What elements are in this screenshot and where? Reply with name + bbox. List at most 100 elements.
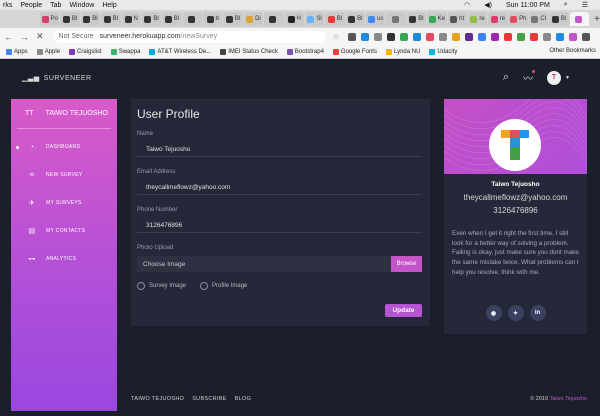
search-icon[interactable]: ⌕ bbox=[503, 71, 509, 84]
browser-tab[interactable]: Bl bbox=[141, 12, 162, 26]
extension-icon[interactable] bbox=[412, 32, 421, 41]
bookmark-item[interactable]: Bootstrap4 bbox=[286, 48, 324, 55]
os-menu-item[interactable]: Help bbox=[102, 2, 116, 9]
browser-tab[interactable]: Sl bbox=[304, 12, 325, 26]
wifi-icon[interactable]: ◠ bbox=[464, 1, 470, 9]
os-menu-item[interactable]: Window bbox=[69, 2, 94, 9]
browser-tab[interactable]: us bbox=[366, 12, 386, 26]
browser-tab[interactable]: Bl bbox=[406, 12, 427, 26]
sidebar-item-new-survey[interactable]: ⚛ NEW SURVEY bbox=[11, 161, 117, 189]
extension-icon[interactable] bbox=[373, 32, 382, 41]
twitter-icon[interactable]: ✦ bbox=[507, 305, 524, 321]
update-button[interactable]: Update bbox=[385, 304, 422, 317]
browser-tab[interactable]: Di bbox=[243, 12, 264, 26]
browser-tab[interactable]: re bbox=[467, 12, 488, 26]
os-menu-item[interactable]: People bbox=[20, 2, 42, 9]
browser-tab[interactable]: Bl bbox=[549, 12, 569, 26]
profile-avatar[interactable] bbox=[489, 119, 541, 171]
radio-circle[interactable] bbox=[137, 282, 145, 290]
radio-survey-image[interactable]: Survey Image bbox=[137, 282, 186, 290]
close-icon[interactable]: ✕ bbox=[36, 31, 44, 42]
footer-link-name[interactable]: TAIWO TEJUOSHO bbox=[131, 396, 184, 402]
bookmark-item[interactable]: AT&T Wireless De... bbox=[149, 48, 211, 55]
name-field[interactable]: Taiwo Tejuosho bbox=[137, 142, 422, 157]
browser-tab[interactable]: Bl bbox=[162, 12, 182, 26]
sidebar-item-dashboard[interactable]: ◔ DASHBOARD bbox=[11, 133, 117, 161]
radio-profile-image[interactable]: Profile Image bbox=[200, 282, 247, 290]
browser-tab[interactable]: Ke bbox=[427, 12, 447, 26]
extension-icon[interactable] bbox=[490, 32, 499, 41]
extension-icon[interactable] bbox=[503, 32, 512, 41]
bookmark-item[interactable]: Swappa bbox=[110, 48, 140, 55]
browser-tab[interactable]: Bl bbox=[60, 12, 80, 26]
linkedin-icon[interactable]: in bbox=[529, 305, 546, 321]
extension-icon[interactable] bbox=[347, 32, 356, 41]
address-bar[interactable]: Not Secure surveneer.herokuapp.com /newS… bbox=[52, 30, 325, 43]
extension-icon[interactable] bbox=[542, 32, 551, 41]
radio-circle[interactable] bbox=[200, 282, 209, 290]
github-icon[interactable]: ◉ bbox=[485, 305, 502, 321]
browser-tab[interactable]: b bbox=[203, 12, 223, 26]
extension-icon[interactable] bbox=[464, 32, 473, 41]
os-menu-item[interactable]: Tab bbox=[50, 2, 61, 9]
phone-field[interactable]: 3126476896 bbox=[137, 218, 422, 233]
copyright-name[interactable]: Taiwo Tejuosho bbox=[549, 396, 587, 402]
browser-tab[interactable]: re bbox=[488, 12, 508, 26]
security-indicator[interactable]: Not Secure bbox=[59, 33, 94, 40]
extension-icon[interactable] bbox=[516, 32, 525, 41]
avatar[interactable]: T bbox=[547, 70, 562, 85]
bookmark-item[interactable]: Apps bbox=[6, 48, 28, 55]
footer-link-subscribe[interactable]: SUBSCRIBE bbox=[192, 396, 227, 402]
bookmark-item[interactable]: Lynda NU bbox=[385, 48, 420, 55]
clock[interactable]: Sun 11:00 PM bbox=[506, 2, 550, 9]
browse-button[interactable]: Browse bbox=[391, 256, 422, 272]
browser-tab[interactable] bbox=[386, 12, 406, 26]
sidebar-item-my-surveys[interactable]: ✈ MY SURVEYS bbox=[11, 189, 117, 217]
browser-tab[interactable] bbox=[182, 12, 202, 26]
extension-icon[interactable] bbox=[451, 32, 460, 41]
sidebar-user[interactable]: TT TAIWO TEJUOSHO bbox=[17, 99, 111, 129]
browser-tab[interactable]: Bl bbox=[345, 12, 365, 26]
browser-tab[interactable]: H bbox=[284, 12, 304, 26]
back-icon[interactable]: ← bbox=[4, 32, 13, 42]
browser-tab[interactable]: Ph bbox=[508, 12, 528, 26]
new-tab-icon[interactable]: + bbox=[594, 14, 600, 25]
browser-tab[interactable] bbox=[264, 12, 284, 26]
extension-icon[interactable] bbox=[386, 32, 395, 41]
other-bookmarks[interactable]: Other Bookmarks bbox=[549, 48, 596, 54]
bookmark-item[interactable]: IMEI Status Check bbox=[220, 48, 278, 55]
extension-icon[interactable] bbox=[581, 32, 590, 41]
sidebar-item-my-contacts[interactable]: ▤ MY CONTACTS bbox=[11, 217, 117, 245]
activity-icon[interactable]: 〰 bbox=[523, 70, 536, 85]
bookmark-item[interactable]: Craigslist bbox=[69, 48, 102, 55]
sidebar-item-analytics[interactable]: ⊶ ANALYTICS bbox=[11, 245, 117, 273]
menu-icon[interactable]: ☰ bbox=[582, 1, 588, 9]
browser-tab[interactable]: Bl bbox=[325, 12, 345, 26]
extension-icon[interactable] bbox=[529, 32, 538, 41]
footer-link-blog[interactable]: BLOG bbox=[235, 396, 251, 402]
browser-tab[interactable]: Po bbox=[40, 12, 60, 26]
search-icon[interactable]: ⌕ bbox=[564, 1, 568, 9]
browser-tab[interactable]: Bl bbox=[223, 12, 243, 26]
bookmark-item[interactable]: Apple bbox=[36, 48, 60, 55]
star-icon[interactable]: ☆ bbox=[333, 32, 340, 41]
chevron-down-icon[interactable]: ▼ bbox=[565, 75, 570, 81]
extension-icon[interactable] bbox=[477, 32, 486, 41]
extension-icon[interactable] bbox=[568, 32, 577, 41]
bookmark-item[interactable]: Google Fonts bbox=[332, 48, 377, 55]
browser-tab[interactable]: ht bbox=[447, 12, 467, 26]
extension-icon[interactable] bbox=[438, 32, 447, 41]
bookmark-item[interactable]: Udacity bbox=[429, 48, 457, 55]
browser-tab[interactable]: Cl bbox=[529, 12, 549, 26]
browser-tab[interactable] bbox=[569, 12, 590, 26]
brand-logo[interactable]: ▁▃▅ SURVENEER bbox=[22, 74, 92, 83]
extension-icon[interactable] bbox=[360, 32, 369, 41]
extension-icon[interactable] bbox=[555, 32, 564, 41]
browser-tab[interactable]: Bl bbox=[80, 12, 101, 26]
browser-tab[interactable]: N bbox=[121, 12, 141, 26]
extension-icon[interactable] bbox=[399, 32, 408, 41]
photo-upload-input[interactable]: Choose Image bbox=[137, 256, 391, 272]
volume-icon[interactable]: ◀) bbox=[484, 1, 492, 9]
forward-icon[interactable]: → bbox=[20, 32, 29, 42]
os-menu-item[interactable]: rks bbox=[3, 2, 12, 9]
